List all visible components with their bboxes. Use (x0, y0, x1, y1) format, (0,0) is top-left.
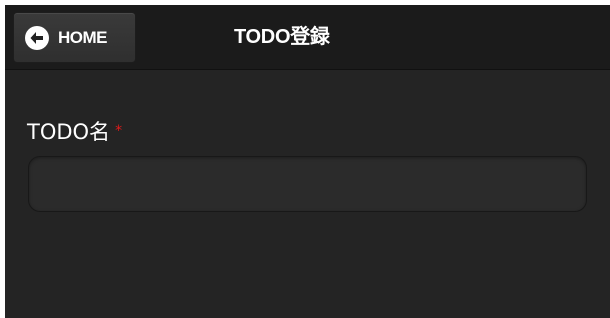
header-bar: HOME TODO登録 (5, 5, 610, 70)
home-button-label: HOME (58, 28, 108, 47)
todo-name-label-row: TODO名 * (27, 117, 122, 146)
required-marker: * (115, 123, 123, 139)
todo-name-label: TODO名 (27, 120, 111, 144)
todo-name-input[interactable] (28, 156, 587, 212)
home-button[interactable]: HOME (13, 12, 136, 63)
app-frame: HOME TODO登録 TODO名 * (5, 5, 610, 318)
page-title: TODO登録 (234, 26, 330, 48)
arrow-left-icon (25, 26, 49, 50)
